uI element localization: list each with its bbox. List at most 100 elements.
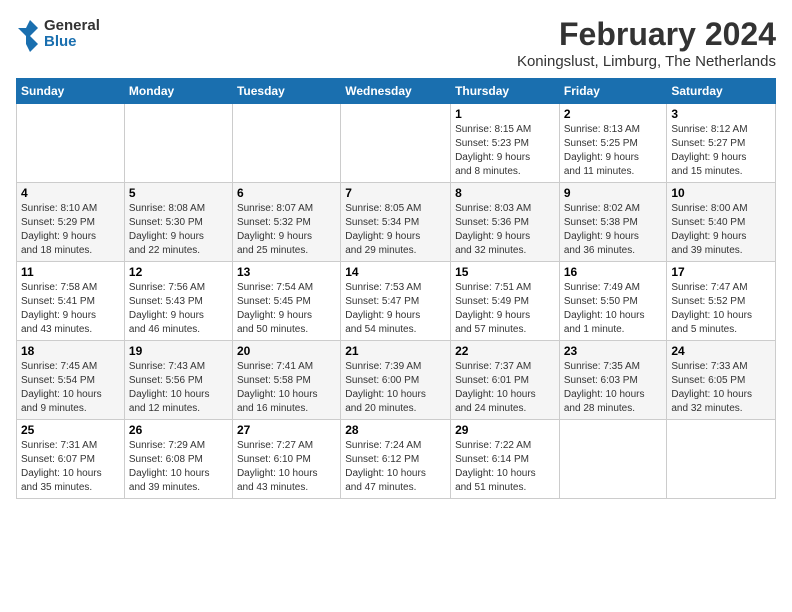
day-info: Sunrise: 7:56 AM Sunset: 5:43 PM Dayligh…	[129, 281, 228, 337]
calendar-table: SundayMondayTuesdayWednesdayThursdayFrid…	[16, 78, 776, 499]
day-info: Sunrise: 8:02 AM Sunset: 5:38 PM Dayligh…	[564, 202, 663, 258]
day-info: Sunrise: 7:54 AM Sunset: 5:45 PM Dayligh…	[237, 281, 336, 337]
day-info: Sunrise: 7:58 AM Sunset: 5:41 PM Dayligh…	[21, 281, 120, 337]
day-cell-4: 4 Sunrise: 8:10 AM Sunset: 5:29 PM Daylig…	[17, 183, 125, 262]
day-number: 26	[129, 423, 228, 437]
week-row-3: 11Sunrise: 7:58 AM Sunset: 5:41 PM Dayli…	[17, 262, 776, 341]
logo: General Blue	[16, 16, 100, 52]
day-number: 22	[455, 344, 555, 358]
weekday-header-row: SundayMondayTuesdayWednesdayThursdayFrid…	[17, 79, 776, 104]
day-number: 24	[671, 344, 771, 358]
day-number: 19	[129, 344, 228, 358]
day-info: Sunrise: 8:13 AM Sunset: 5:25 PM Dayligh…	[564, 123, 663, 179]
day-cell-23: 23 Sunrise: 7:35 AM Sunset: 6:03 PM Dayli…	[559, 341, 667, 420]
day-number: 20	[237, 344, 336, 358]
day-cell-16: 16 Sunrise: 7:49 AM Sunset: 5:50 PM Dayli…	[559, 262, 667, 341]
day-number: 10	[671, 186, 771, 200]
day-cell-10: 10 Sunrise: 8:00 AM Sunset: 5:40 PM Dayli…	[667, 183, 776, 262]
day-cell-18: 18Sunrise: 7:45 AM Sunset: 5:54 PM Dayli…	[17, 341, 125, 420]
day-cell-9: 9 Sunrise: 8:02 AM Sunset: 5:38 PM Daylig…	[559, 183, 667, 262]
day-cell-14: 14 Sunrise: 7:53 AM Sunset: 5:47 PM Dayli…	[341, 262, 451, 341]
subtitle: Koningslust, Limburg, The Netherlands	[517, 53, 776, 70]
day-number: 12	[129, 265, 228, 279]
day-number: 14	[345, 265, 446, 279]
day-info: Sunrise: 7:22 AM Sunset: 6:14 PM Dayligh…	[455, 439, 555, 495]
day-number: 16	[564, 265, 663, 279]
logo-text: General Blue	[44, 18, 100, 51]
logo-line2: Blue	[44, 34, 100, 51]
day-info: Sunrise: 7:49 AM Sunset: 5:50 PM Dayligh…	[564, 281, 663, 337]
header: General Blue February 2024 Koningslust, …	[16, 16, 776, 70]
day-number: 7	[345, 186, 446, 200]
day-number: 21	[345, 344, 446, 358]
day-number: 28	[345, 423, 446, 437]
day-number: 25	[21, 423, 120, 437]
empty-cell	[559, 420, 667, 499]
day-cell-26: 26 Sunrise: 7:29 AM Sunset: 6:08 PM Dayli…	[124, 420, 232, 499]
day-cell-21: 21 Sunrise: 7:39 AM Sunset: 6:00 PM Dayli…	[341, 341, 451, 420]
day-number: 8	[455, 186, 555, 200]
week-row-2: 4 Sunrise: 8:10 AM Sunset: 5:29 PM Daylig…	[17, 183, 776, 262]
empty-cell	[232, 104, 340, 183]
weekday-header-thursday: Thursday	[451, 79, 560, 104]
day-info: Sunrise: 7:39 AM Sunset: 6:00 PM Dayligh…	[345, 360, 446, 416]
day-cell-3: 3Sunrise: 8:12 AM Sunset: 5:27 PM Daylig…	[667, 104, 776, 183]
day-info: Sunrise: 8:08 AM Sunset: 5:30 PM Dayligh…	[129, 202, 228, 258]
day-cell-13: 13Sunrise: 7:54 AM Sunset: 5:45 PM Dayli…	[232, 262, 340, 341]
weekday-header-sunday: Sunday	[17, 79, 125, 104]
day-cell-24: 24 Sunrise: 7:33 AM Sunset: 6:05 PM Dayli…	[667, 341, 776, 420]
weekday-header-friday: Friday	[559, 79, 667, 104]
logo-container: General Blue	[16, 16, 100, 52]
day-cell-12: 12 Sunrise: 7:56 AM Sunset: 5:43 PM Dayli…	[124, 262, 232, 341]
day-number: 5	[129, 186, 228, 200]
day-cell-6: 6 Sunrise: 8:07 AM Sunset: 5:32 PM Daylig…	[232, 183, 340, 262]
day-number: 18	[21, 344, 120, 358]
day-cell-15: 15Sunrise: 7:51 AM Sunset: 5:49 PM Dayli…	[451, 262, 560, 341]
empty-cell	[667, 420, 776, 499]
day-number: 15	[455, 265, 555, 279]
day-number: 17	[671, 265, 771, 279]
day-number: 6	[237, 186, 336, 200]
day-cell-5: 5 Sunrise: 8:08 AM Sunset: 5:30 PM Daylig…	[124, 183, 232, 262]
day-cell-28: 28 Sunrise: 7:24 AM Sunset: 6:12 PM Dayli…	[341, 420, 451, 499]
empty-cell	[124, 104, 232, 183]
day-info: Sunrise: 8:07 AM Sunset: 5:32 PM Dayligh…	[237, 202, 336, 258]
day-info: Sunrise: 7:33 AM Sunset: 6:05 PM Dayligh…	[671, 360, 771, 416]
day-number: 9	[564, 186, 663, 200]
day-cell-11: 11Sunrise: 7:58 AM Sunset: 5:41 PM Dayli…	[17, 262, 125, 341]
day-cell-20: 20 Sunrise: 7:41 AM Sunset: 5:58 PM Dayli…	[232, 341, 340, 420]
empty-cell	[17, 104, 125, 183]
day-cell-2: 2 Sunrise: 8:13 AM Sunset: 5:25 PM Daylig…	[559, 104, 667, 183]
day-cell-29: 29 Sunrise: 7:22 AM Sunset: 6:14 PM Dayli…	[451, 420, 560, 499]
day-info: Sunrise: 8:00 AM Sunset: 5:40 PM Dayligh…	[671, 202, 771, 258]
day-cell-7: 7Sunrise: 8:05 AM Sunset: 5:34 PM Daylig…	[341, 183, 451, 262]
day-info: Sunrise: 7:47 AM Sunset: 5:52 PM Dayligh…	[671, 281, 771, 337]
day-number: 29	[455, 423, 555, 437]
empty-cell	[341, 104, 451, 183]
day-cell-27: 27Sunrise: 7:27 AM Sunset: 6:10 PM Dayli…	[232, 420, 340, 499]
day-number: 3	[671, 107, 771, 121]
day-info: Sunrise: 7:37 AM Sunset: 6:01 PM Dayligh…	[455, 360, 555, 416]
day-number: 1	[455, 107, 555, 121]
weekday-header-wednesday: Wednesday	[341, 79, 451, 104]
weekday-header-monday: Monday	[124, 79, 232, 104]
day-cell-8: 8 Sunrise: 8:03 AM Sunset: 5:36 PM Daylig…	[451, 183, 560, 262]
day-number: 2	[564, 107, 663, 121]
main-title: February 2024	[517, 16, 776, 53]
day-number: 23	[564, 344, 663, 358]
week-row-1: 1 Sunrise: 8:15 AM Sunset: 5:23 PM Daylig…	[17, 104, 776, 183]
day-info: Sunrise: 8:15 AM Sunset: 5:23 PM Dayligh…	[455, 123, 555, 179]
day-info: Sunrise: 7:29 AM Sunset: 6:08 PM Dayligh…	[129, 439, 228, 495]
day-info: Sunrise: 7:41 AM Sunset: 5:58 PM Dayligh…	[237, 360, 336, 416]
day-info: Sunrise: 8:03 AM Sunset: 5:36 PM Dayligh…	[455, 202, 555, 258]
day-info: Sunrise: 7:53 AM Sunset: 5:47 PM Dayligh…	[345, 281, 446, 337]
day-number: 4	[21, 186, 120, 200]
day-cell-1: 1 Sunrise: 8:15 AM Sunset: 5:23 PM Daylig…	[451, 104, 560, 183]
day-info: Sunrise: 8:10 AM Sunset: 5:29 PM Dayligh…	[21, 202, 120, 258]
week-row-4: 18Sunrise: 7:45 AM Sunset: 5:54 PM Dayli…	[17, 341, 776, 420]
day-cell-22: 22 Sunrise: 7:37 AM Sunset: 6:01 PM Dayli…	[451, 341, 560, 420]
day-info: Sunrise: 7:24 AM Sunset: 6:12 PM Dayligh…	[345, 439, 446, 495]
day-cell-19: 19Sunrise: 7:43 AM Sunset: 5:56 PM Dayli…	[124, 341, 232, 420]
day-info: Sunrise: 7:35 AM Sunset: 6:03 PM Dayligh…	[564, 360, 663, 416]
logo-bird-icon	[16, 16, 40, 52]
